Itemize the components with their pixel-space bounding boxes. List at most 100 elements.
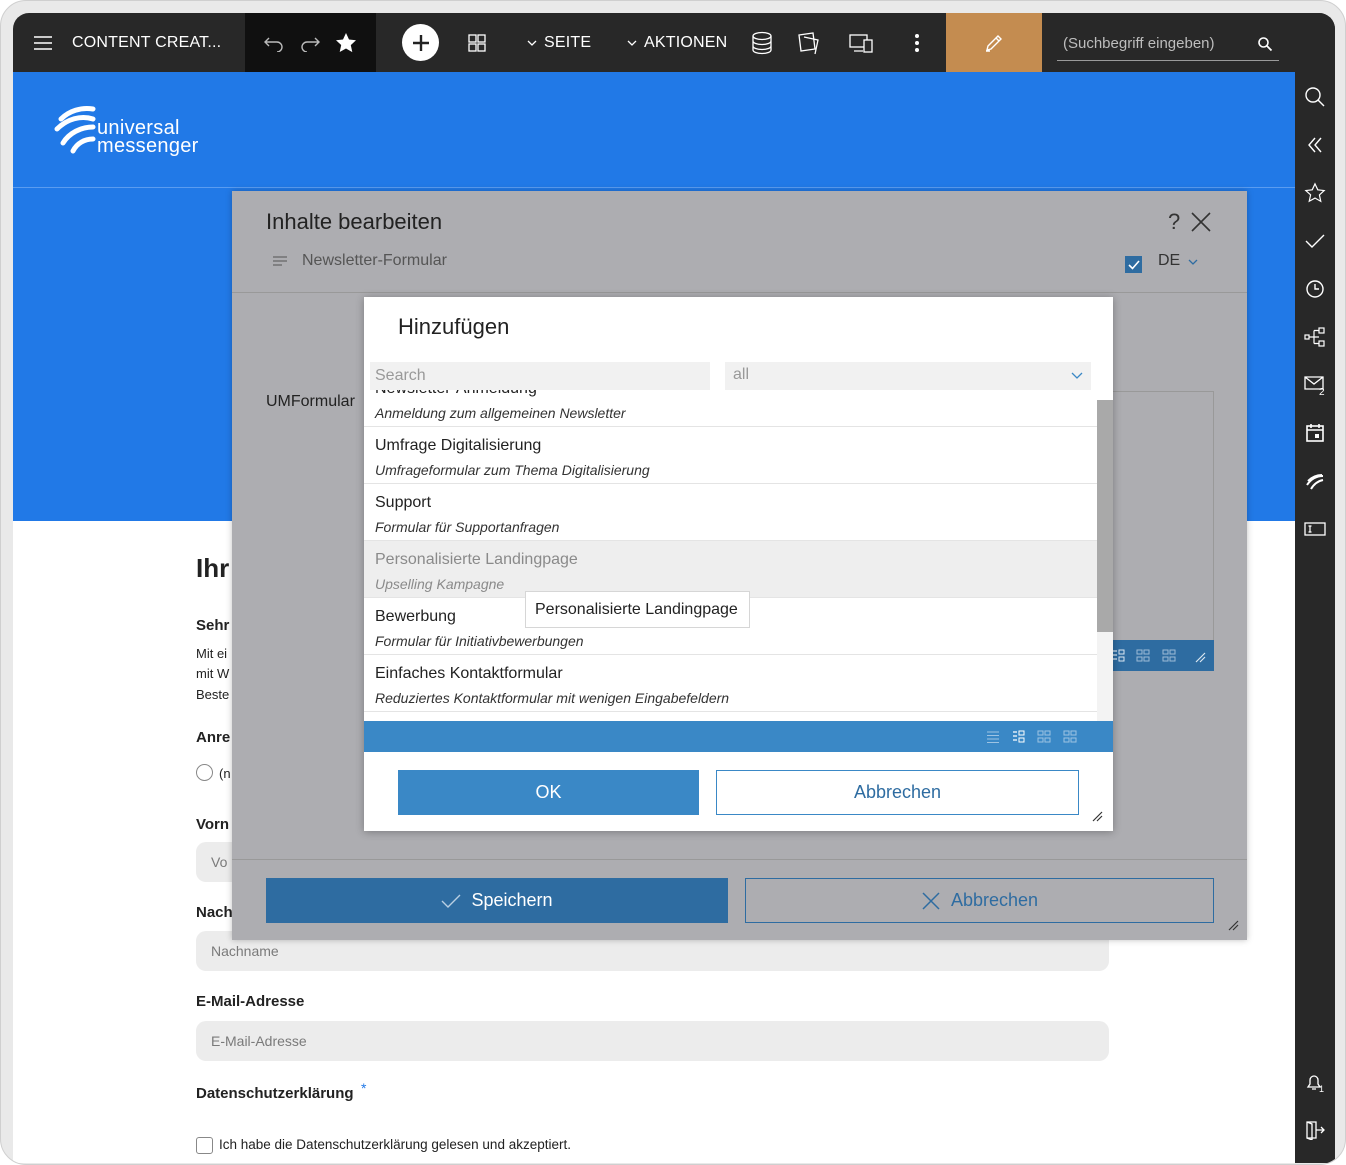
hamburger-menu-icon[interactable] <box>30 30 56 56</box>
ok-button[interactable]: OK <box>398 770 699 815</box>
global-search <box>1057 28 1279 61</box>
item-title: Support <box>375 494 432 511</box>
notification-bell-icon[interactable]: 1 <box>1302 1069 1328 1095</box>
app-title[interactable]: CONTENT CREAT... <box>72 34 221 52</box>
edit-mode-button[interactable] <box>946 13 1042 72</box>
item-subtitle: Upselling Kampagne <box>375 576 505 592</box>
chevron-down-icon <box>1188 259 1198 265</box>
vorname-placeholder: Vo <box>211 854 228 870</box>
close-icon <box>922 891 940 910</box>
add-dialog: Hinzufügen all Newsletter-Anmeldung Anme… <box>364 297 1113 831</box>
item-title: Newsletter-Anmeldung <box>375 390 537 398</box>
favorite-star-icon[interactable] <box>333 30 359 56</box>
vorname-label: Vorn <box>196 816 230 833</box>
dialog-footer-divider <box>232 859 1247 860</box>
star-outline-icon[interactable] <box>1302 180 1328 206</box>
active-checkbox[interactable] <box>1125 256 1142 273</box>
collapse-chevrons-icon[interactable] <box>1302 132 1328 158</box>
item-title: Umfrage Digitalisierung <box>375 437 542 454</box>
hover-tooltip: Personalisierte Landingpage <box>525 591 750 628</box>
compact-list-icon[interactable] <box>986 730 1000 744</box>
search-icon[interactable] <box>1257 36 1273 52</box>
list-item[interactable]: Newsletter-Anmeldung Anmeldung zum allge… <box>364 390 1097 427</box>
cancel-button-label: Abbrechen <box>950 890 1039 910</box>
undo-icon[interactable] <box>261 30 287 56</box>
logout-icon[interactable] <box>1302 1117 1328 1143</box>
layout-grid-icon[interactable] <box>464 30 490 56</box>
site-logo[interactable]: universal messenger <box>53 101 213 161</box>
database-icon[interactable] <box>749 30 775 56</box>
menu-aktionen-label: AKTIONEN <box>644 34 728 51</box>
menu-seite[interactable]: SEITE <box>525 13 605 72</box>
list-item[interactable]: Support Formular für Supportanfragen <box>364 484 1097 541</box>
sitemap-icon[interactable] <box>1302 324 1328 350</box>
resize-handle-icon[interactable] <box>1227 919 1239 931</box>
logo-text-line2: messenger <box>97 135 199 157</box>
add-dialog-filter-select[interactable]: all <box>725 362 1091 390</box>
add-dialog-cancel-button[interactable]: Abbrechen <box>716 770 1079 815</box>
redo-icon[interactable] <box>297 30 323 56</box>
field-label: UMFormular <box>266 393 355 410</box>
clock-icon[interactable] <box>1302 276 1328 302</box>
language-selector[interactable]: DE <box>1158 252 1208 274</box>
brand-logo-icon[interactable] <box>1302 468 1328 494</box>
item-subtitle: Anmeldung zum allgemeinen Newsletter <box>375 405 626 421</box>
grid-view-icon[interactable] <box>1136 649 1150 663</box>
list-view-icon[interactable] <box>1012 730 1026 744</box>
anrede-radio[interactable] <box>196 764 213 781</box>
svg-text:1: 1 <box>1319 1084 1324 1093</box>
calendar-icon[interactable] <box>1302 420 1328 446</box>
checkmark-icon <box>441 894 461 908</box>
language-value: DE <box>1158 252 1181 269</box>
top-toolbar: CONTENT CREAT... SEITE AKTIONEN <box>13 13 1335 72</box>
checkmark-icon[interactable] <box>1302 228 1328 254</box>
nachname-label: Nach <box>196 904 233 921</box>
tile-view-icon[interactable] <box>1063 730 1077 744</box>
mail-count-icon[interactable]: 2 <box>1302 372 1328 398</box>
resize-handle-icon[interactable] <box>1091 810 1103 822</box>
item-title: Einfaches Kontaktformular <box>375 665 563 682</box>
dialog-divider <box>232 292 1247 293</box>
chevron-down-icon <box>1071 372 1083 379</box>
element-name: Newsletter-Formular <box>302 252 447 269</box>
check-icon <box>1127 259 1140 270</box>
menu-aktionen[interactable]: AKTIONEN <box>625 13 735 72</box>
search-icon[interactable] <box>1302 84 1328 110</box>
body-line-3: Beste <box>196 687 230 702</box>
list-item-hovered[interactable]: Personalisierte Landingpage Upselling Ka… <box>364 541 1097 598</box>
global-search-input[interactable] <box>1057 28 1242 58</box>
add-button-plus-icon[interactable] <box>402 24 439 61</box>
cancel-button[interactable]: Abbrechen <box>745 878 1214 923</box>
add-dialog-view-toolbar <box>364 721 1113 752</box>
pages-icon[interactable] <box>796 30 822 56</box>
chevron-down-icon <box>627 40 637 46</box>
add-dialog-search-input[interactable] <box>370 362 710 390</box>
list-item[interactable]: Einfaches Kontaktformular Reduziertes Ko… <box>364 655 1097 712</box>
scrollbar-thumb[interactable] <box>1097 400 1113 632</box>
email-input[interactable] <box>196 1021 1109 1061</box>
history-group <box>245 13 376 72</box>
list-item[interactable]: Umfrage Digitalisierung Umfrageformular … <box>364 427 1097 484</box>
list-scrollbar[interactable] <box>1097 400 1113 721</box>
item-subtitle: Formular für Supportanfragen <box>375 519 560 535</box>
privacy-checkbox[interactable] <box>196 1137 213 1154</box>
svg-text:2: 2 <box>1319 387 1325 396</box>
tile-view-icon[interactable] <box>1162 649 1176 663</box>
save-button[interactable]: Speichern <box>266 878 728 923</box>
device-preview-icon[interactable] <box>848 30 874 56</box>
list-view-icon[interactable] <box>1112 649 1126 663</box>
text-field-icon[interactable] <box>1302 516 1328 542</box>
dialog-title: Inhalte bearbeiten <box>266 209 443 234</box>
chevron-down-icon <box>527 40 537 46</box>
grid-view-icon[interactable] <box>1037 730 1051 744</box>
add-dialog-title: Hinzufügen <box>398 314 510 339</box>
right-sidebar: 2 1 <box>1295 13 1335 1163</box>
close-icon[interactable] <box>1190 211 1212 233</box>
device-frame: CONTENT CREAT... SEITE AKTIONEN (Suchbeg… <box>0 0 1346 1165</box>
resize-handle-icon[interactable] <box>1194 651 1206 663</box>
item-title: Personalisierte Landingpage <box>375 551 578 568</box>
body-line-1: Mit ei <box>196 646 228 661</box>
email-label: E-Mail-Adresse <box>196 993 305 1010</box>
help-icon[interactable]: ? <box>1168 209 1180 235</box>
more-vertical-icon[interactable] <box>904 30 930 56</box>
